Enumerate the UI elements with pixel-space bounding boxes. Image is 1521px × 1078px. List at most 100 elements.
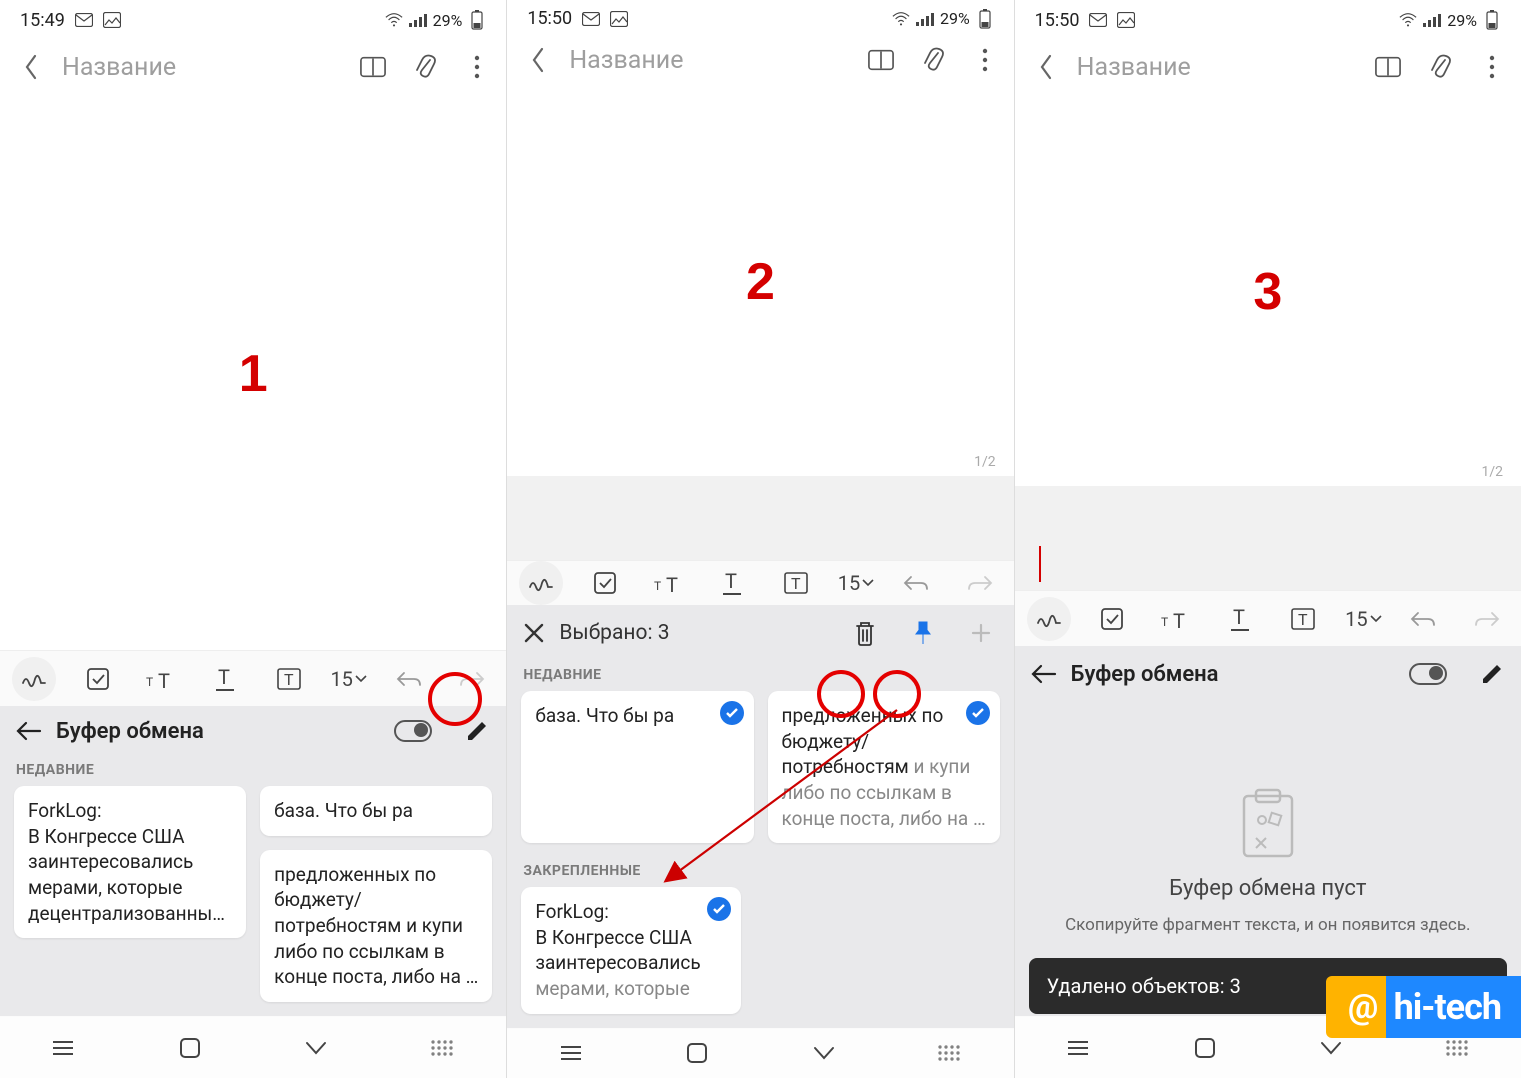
font-size-selector[interactable]: 15 <box>330 667 366 691</box>
image-icon <box>610 10 628 28</box>
status-bar: 15:50 29% <box>1015 0 1521 36</box>
battery-icon <box>976 10 994 28</box>
nav-back-icon[interactable] <box>809 1038 839 1068</box>
text-size-icon[interactable]: TT <box>647 561 691 605</box>
format-toolbar: TT T T 15 <box>507 560 1013 605</box>
clip-item[interactable]: ForkLog: В Конгрессе США заинтересовалис… <box>14 786 246 938</box>
redo-icon[interactable] <box>958 561 1002 605</box>
nav-recents-icon[interactable] <box>48 1033 78 1063</box>
more-icon[interactable] <box>972 47 998 73</box>
keyboard-icon[interactable] <box>935 1038 965 1068</box>
note-canvas[interactable]: 1 <box>0 98 506 650</box>
more-icon[interactable] <box>1479 54 1505 80</box>
keyboard-icon[interactable] <box>428 1033 458 1063</box>
text-underline-icon[interactable]: T <box>203 657 247 701</box>
undo-icon[interactable] <box>1401 597 1445 641</box>
checkbox-icon[interactable] <box>583 561 627 605</box>
page-indicator: 1/2 <box>1481 464 1503 480</box>
next-page-peek <box>507 476 1013 560</box>
nav-recents-icon[interactable] <box>556 1038 586 1068</box>
clip-item[interactable]: предложенных по бюджету/потребностям и к… <box>260 850 492 1002</box>
back-button[interactable] <box>1031 53 1061 81</box>
app-header: Название <box>1015 36 1521 98</box>
text-underline-icon[interactable]: T <box>710 561 754 605</box>
font-size-selector[interactable]: 15 <box>838 571 874 595</box>
redo-icon[interactable] <box>1465 597 1509 641</box>
nav-back-icon[interactable] <box>301 1033 331 1063</box>
attach-icon[interactable] <box>412 54 438 80</box>
clip-item-selected[interactable]: ForkLog: В Конгрессе США заинтересовалис… <box>521 887 741 1014</box>
image-icon <box>1117 11 1135 29</box>
clipboard-back-icon[interactable] <box>1031 663 1057 685</box>
note-canvas[interactable]: 3 1/2 <box>1015 98 1521 486</box>
svg-text:T: T <box>218 666 230 689</box>
svg-text:T: T <box>725 570 737 593</box>
undo-icon[interactable] <box>387 657 431 701</box>
text-box-icon[interactable]: T <box>774 561 818 605</box>
redo-icon[interactable] <box>450 657 494 701</box>
handwriting-icon[interactable] <box>519 561 563 605</box>
text-box-icon[interactable]: T <box>267 657 311 701</box>
reader-mode-icon[interactable] <box>868 47 894 73</box>
add-icon[interactable] <box>964 616 998 650</box>
close-selection-icon[interactable] <box>523 622 545 644</box>
nav-home-icon[interactable] <box>1190 1033 1220 1063</box>
nav-home-icon[interactable] <box>682 1038 712 1068</box>
text-size-icon[interactable]: TT <box>139 657 183 701</box>
reader-mode-icon[interactable] <box>360 54 386 80</box>
note-canvas[interactable]: 2 1/2 <box>507 88 1013 476</box>
edit-icon[interactable] <box>1479 661 1505 687</box>
font-size-selector[interactable]: 15 <box>1345 607 1381 631</box>
status-time: 15:50 <box>1035 10 1080 31</box>
back-button[interactable] <box>16 53 46 81</box>
format-toolbar: TT T T 15 <box>1015 590 1521 646</box>
clipboard-toggle[interactable] <box>394 720 432 742</box>
selection-count: Выбрано: 3 <box>559 621 833 645</box>
clipboard-title: Буфер обмена <box>56 719 380 744</box>
nav-home-icon[interactable] <box>175 1033 205 1063</box>
text-box-icon[interactable]: T <box>1281 597 1325 641</box>
clip-item[interactable]: база. Что бы ра <box>260 786 492 836</box>
clipboard-back-icon[interactable] <box>16 720 42 742</box>
clip-item-selected[interactable]: база. Что бы ра <box>521 691 753 843</box>
text-underline-icon[interactable]: T <box>1218 597 1262 641</box>
pin-icon[interactable] <box>906 616 940 650</box>
app-header: Название <box>507 33 1013 88</box>
battery-pct: 29% <box>433 11 463 30</box>
wifi-icon <box>892 10 910 28</box>
watermark-at-icon: @ <box>1340 984 1386 1030</box>
delete-icon[interactable] <box>848 616 882 650</box>
svg-text:T: T <box>1233 606 1245 629</box>
edit-icon[interactable] <box>464 718 490 744</box>
note-title-placeholder[interactable]: Название <box>1077 53 1359 82</box>
handwriting-icon[interactable] <box>12 657 56 701</box>
screen-1: 15:49 29% Название 1 TT T T 15 <box>0 0 506 1078</box>
undo-icon[interactable] <box>894 561 938 605</box>
attach-icon[interactable] <box>1427 54 1453 80</box>
back-button[interactable] <box>523 46 553 74</box>
battery-pct: 29% <box>940 9 970 28</box>
mail-icon <box>1089 11 1107 29</box>
status-bar: 15:49 29% <box>0 0 506 36</box>
watermark: @hi-tech <box>1326 976 1521 1038</box>
handwriting-icon[interactable] <box>1027 597 1071 641</box>
clipboard-toggle[interactable] <box>1409 663 1447 685</box>
text-size-icon[interactable]: TT <box>1154 597 1198 641</box>
checkbox-icon[interactable] <box>1090 597 1134 641</box>
note-title-placeholder[interactable]: Название <box>569 46 851 75</box>
screen-3: 15:50 29% Название 3 1/2 TT T T 15 <box>1014 0 1521 1078</box>
format-toolbar: TT T T 15 <box>0 650 506 706</box>
signal-icon <box>1423 11 1441 29</box>
more-icon[interactable] <box>464 54 490 80</box>
svg-text:T: T <box>146 675 153 689</box>
attach-icon[interactable] <box>920 47 946 73</box>
nav-recents-icon[interactable] <box>1063 1033 1093 1063</box>
note-title-placeholder[interactable]: Название <box>62 53 344 82</box>
svg-text:T: T <box>158 669 170 690</box>
status-bar: 15:50 29% <box>507 0 1013 33</box>
clip-item-selected[interactable]: предложенных по бюджету/потребностям и к… <box>768 691 1000 843</box>
checkbox-icon[interactable] <box>76 657 120 701</box>
svg-text:T: T <box>1161 615 1168 629</box>
snackbar-text: Удалено объектов: 3 <box>1047 974 1374 998</box>
reader-mode-icon[interactable] <box>1375 54 1401 80</box>
